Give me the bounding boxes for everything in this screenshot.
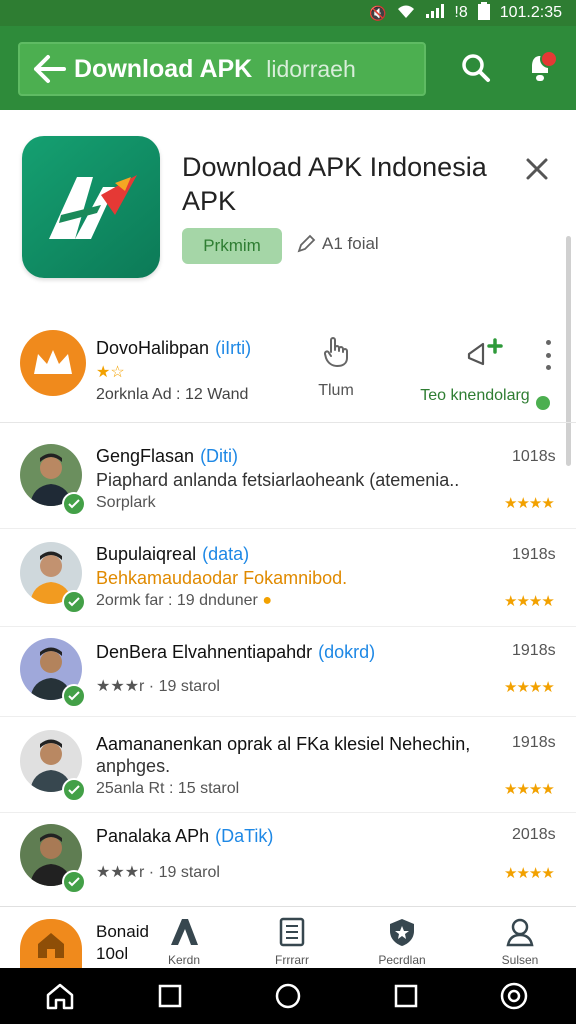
user-icon (506, 918, 534, 947)
signal-label: !8 (454, 4, 468, 21)
developer-meta: 2orknla Ad : 12 Wand (96, 386, 249, 403)
tap-action[interactable]: Tlum (308, 336, 364, 400)
review-time: 2018s (512, 826, 556, 843)
reviewer-name: DenBera Elvahnentiapahdr (dokrd) (96, 642, 376, 662)
reviewer-name: Bupulaiqreal (data) (96, 544, 250, 564)
notification-button[interactable] (512, 40, 568, 96)
review-rating: ★★★★ (504, 679, 555, 696)
review-item[interactable]: DenBera Elvahnentiapahdr (dokrd) ★★★r · 1… (0, 626, 576, 717)
nav-item-pecrdlan[interactable]: Pecrdlan (362, 917, 442, 967)
tap-action-label: Tlum (318, 382, 354, 399)
reviewer-name: Aamananenkan oprak al FKa klesiel Nehech… (96, 734, 471, 754)
developer-row: DovoHalibpan (iIrti) ★☆ 2orknla Ad : 12 W… (0, 318, 576, 423)
app-logo (22, 136, 160, 278)
nav-item-kerdn[interactable]: Kerdn (144, 917, 224, 967)
system-assistant-icon[interactable] (496, 980, 532, 1012)
recommend-action[interactable]: Teo knendolarg (410, 336, 560, 410)
verified-check-icon (62, 492, 86, 516)
megaphone-plus-icon (467, 338, 503, 366)
review-item[interactable]: Bupulaiqreal (data) Behkamaudaodar Fokamn… (0, 528, 576, 627)
review-sub: ★★★r · 19 starol (96, 678, 220, 695)
nav-item-sulsen[interactable]: Sulsen (480, 917, 560, 967)
app-bar: Download APK lidorraeh (0, 26, 576, 110)
clock: 101.2:35 (499, 4, 562, 21)
hand-icon (323, 337, 348, 368)
review-rating: ★★★★ (504, 865, 555, 882)
status-bar: 🔇 !8 101.2:35 (0, 0, 576, 26)
close-icon (526, 158, 548, 180)
search-button[interactable] (448, 40, 504, 96)
developer-avatar[interactable] (20, 330, 86, 396)
review-rating: ★★★★ (504, 495, 555, 512)
shield-icon (390, 919, 414, 946)
app-name: Download APK Indonesia APK (182, 152, 487, 216)
search-icon (462, 54, 490, 82)
battery-icon (477, 1, 490, 25)
crown-icon (34, 350, 72, 374)
recommend-action-label: Teo knendolarg (420, 387, 530, 405)
search-box[interactable]: Download APK lidorraeh (18, 42, 426, 96)
emoji-icon: ● (262, 592, 272, 609)
edit-link-label: A1 foial (322, 234, 379, 253)
verified-check-icon (62, 870, 86, 894)
system-recents-icon[interactable] (152, 980, 188, 1012)
review-rating: ★★★★ (504, 593, 555, 610)
pencil-icon (297, 234, 316, 253)
apk-logo-icon (171, 919, 198, 945)
developer-tag: (iIrti) (215, 338, 252, 358)
developer-name[interactable]: DovoHalibpan (iIrti) (96, 338, 251, 359)
notification-badge (540, 50, 558, 68)
app-bar-subtitle: lidorraeh (266, 55, 356, 82)
app-header: Download APK Indonesia APK Prkmim A1 foi… (0, 110, 576, 310)
review-time: 1918s (512, 642, 556, 659)
review-sub: Sorplark (96, 494, 156, 511)
system-square-icon[interactable] (388, 980, 424, 1012)
home-tab-label: Bonaid 10ol (96, 922, 149, 963)
review-time: 1918s (512, 546, 556, 563)
review-text: Piaphard anlanda fetsiarlaoheank (atemen… (96, 470, 460, 490)
premium-badge[interactable]: Prkmim (182, 228, 282, 264)
review-item[interactable]: GengFlasan (Diti) Piaphard anlanda fetsia… (0, 430, 576, 529)
online-dot-icon (535, 396, 550, 410)
home-tab[interactable] (20, 919, 82, 971)
app-bar-title: Download APK (74, 54, 253, 83)
mute-icon: 🔇 (368, 4, 387, 21)
more-options-icon[interactable] (540, 340, 556, 370)
app-logo-icon (49, 175, 137, 239)
bottom-nav: Bonaid 10ol Kerdn Frrrarr Pecrdlan Sulse… (0, 906, 576, 971)
review-sub: ★★★r · 19 starol (96, 864, 220, 881)
close-button[interactable] (516, 148, 558, 190)
system-circle-icon[interactable] (270, 980, 306, 1012)
review-item[interactable]: Panalaka APh (DaTik) ★★★r · 19 starol 201… (0, 812, 576, 904)
home-icon (38, 933, 64, 958)
review-rating: ★★★★ (504, 781, 555, 798)
verified-check-icon (62, 590, 86, 614)
back-arrow-icon[interactable] (26, 45, 74, 93)
review-sub: 2ormk far : 19 dnduner ● (96, 592, 272, 609)
system-nav-bar (0, 968, 576, 1024)
verified-check-icon (62, 684, 86, 708)
wifi-icon (396, 4, 416, 23)
signal-icon (426, 3, 445, 23)
reviewer-name: Panalaka APh (DaTik) (96, 826, 274, 846)
review-time: 1018s (512, 448, 556, 465)
nav-item-frrrarr[interactable]: Frrrarr (252, 917, 332, 967)
review-time: 1918s (512, 734, 556, 751)
system-home-icon[interactable] (42, 980, 78, 1012)
review-text: anphges. (96, 756, 171, 776)
review-sub: 25anla Rt : 15 starol (96, 780, 240, 797)
edit-link[interactable]: A1 foial (296, 234, 379, 254)
document-icon (279, 917, 305, 947)
developer-stars: ★☆ (96, 364, 125, 381)
review-item[interactable]: Aamananenkan oprak al FKa klesiel Nehech… (0, 716, 576, 813)
verified-check-icon (62, 778, 86, 802)
reviewer-name: GengFlasan (Diti) (96, 446, 239, 466)
review-text: Behkamaudaodar Fokamnibod. (96, 568, 348, 588)
